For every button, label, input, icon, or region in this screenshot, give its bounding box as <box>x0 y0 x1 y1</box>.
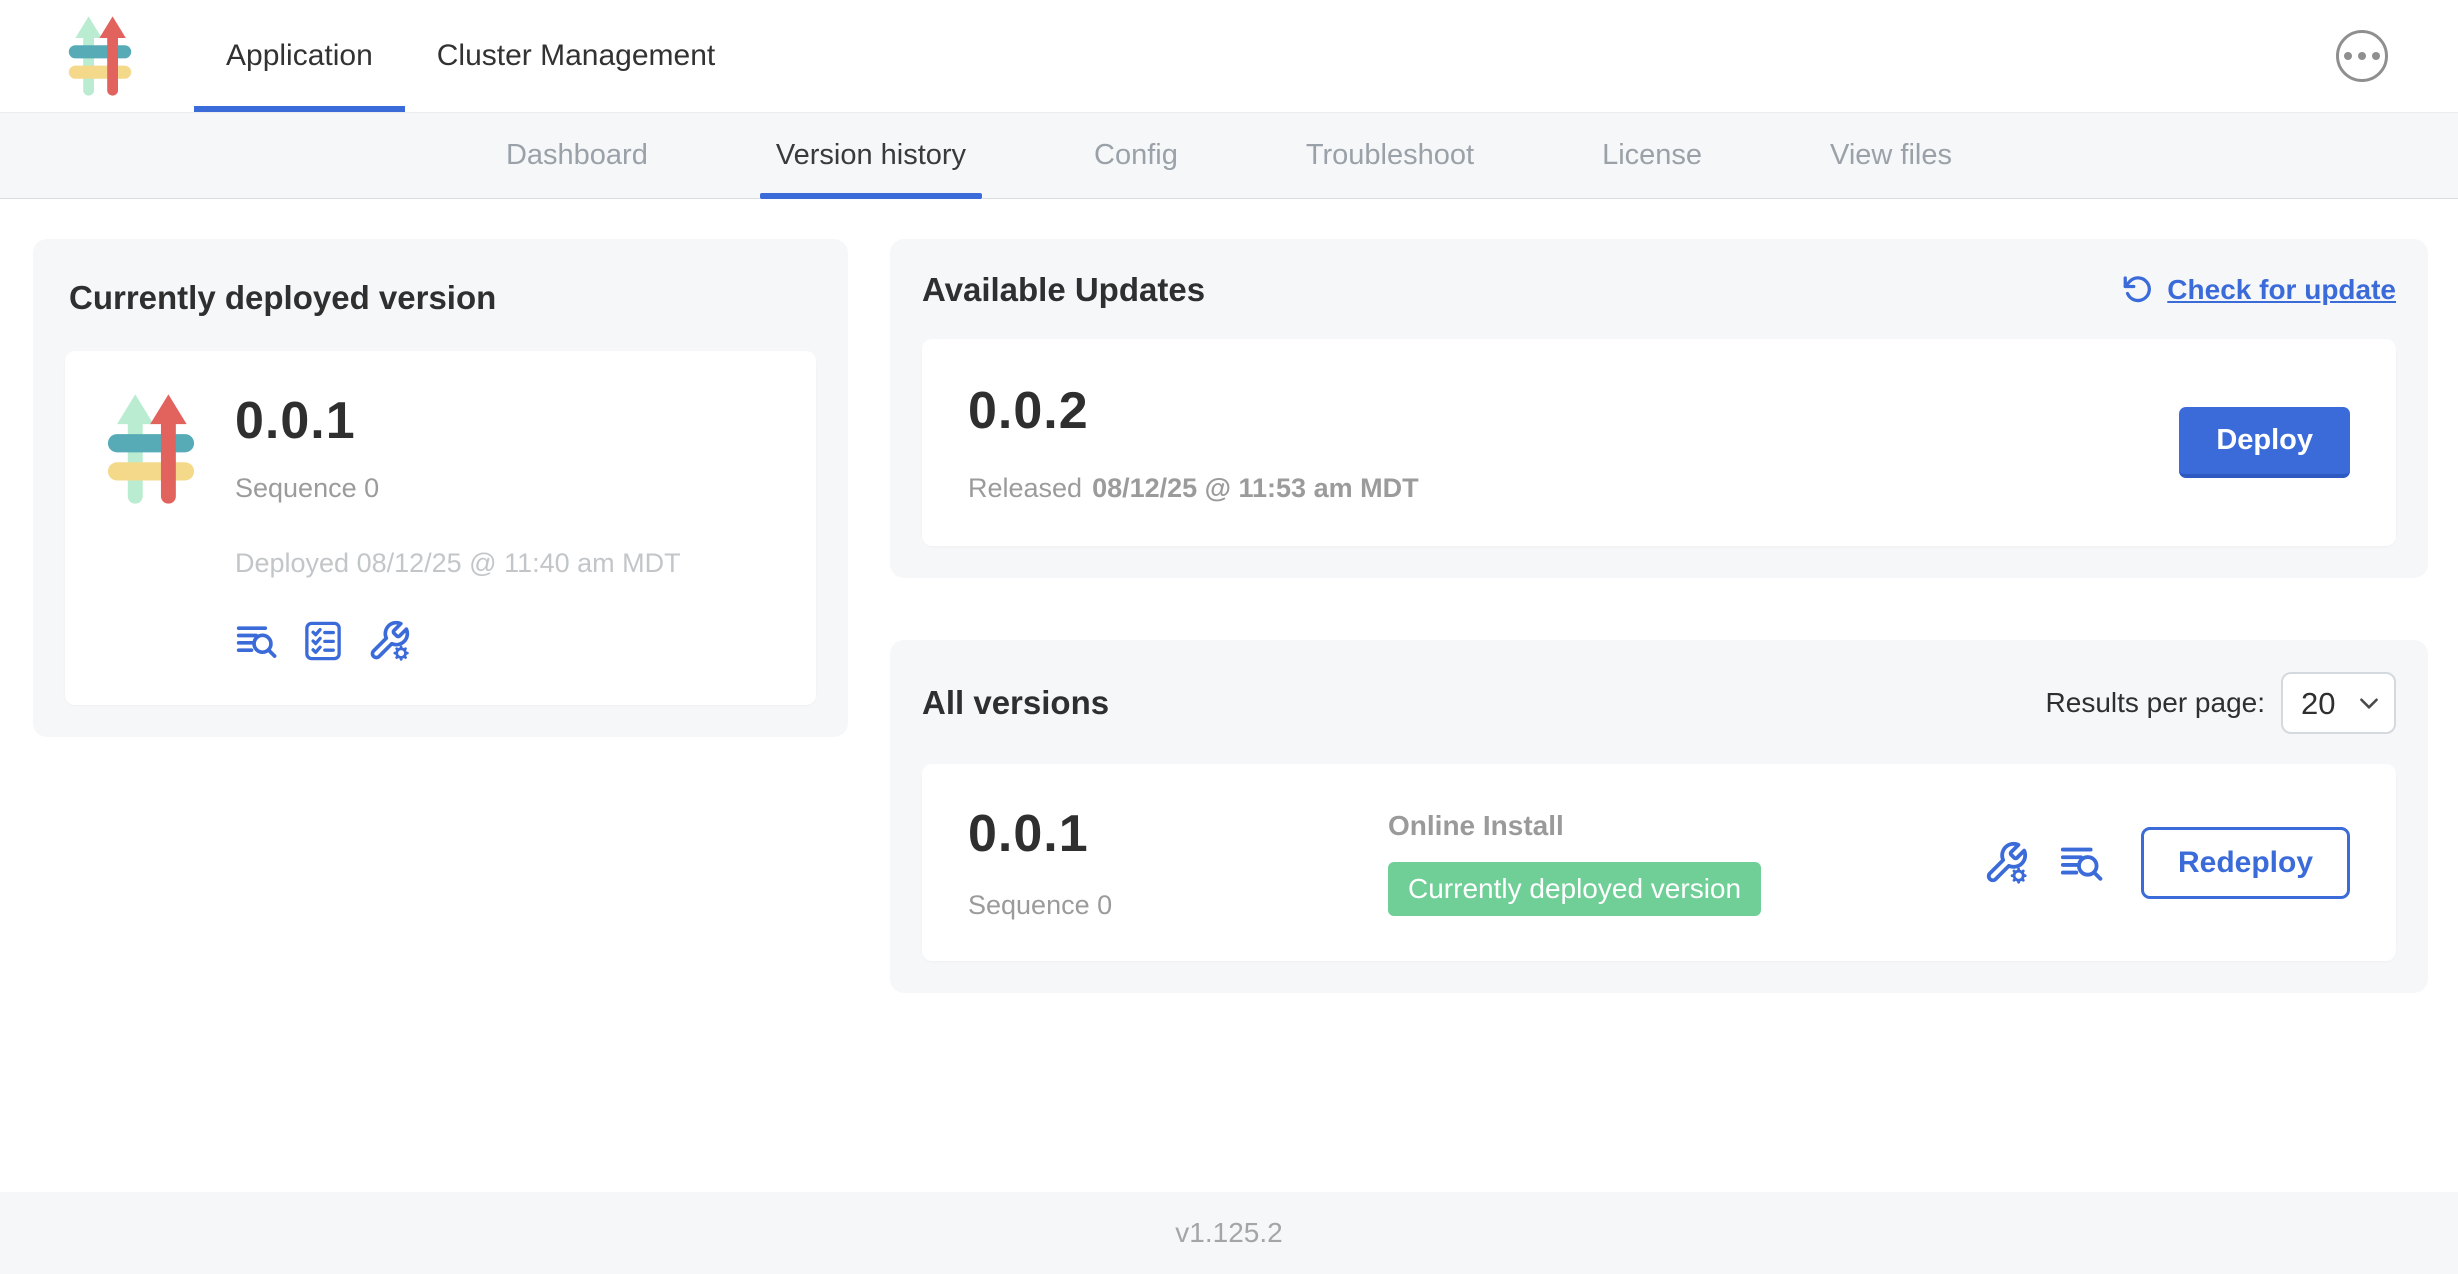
version-row: 0.0.1 Sequence 0 Online Install Currentl… <box>922 764 2396 961</box>
app-logo <box>0 0 194 112</box>
released-prefix: Released <box>968 473 1082 503</box>
deploy-button[interactable]: Deploy <box>2179 407 2350 478</box>
console-version-label: v1.125.2 <box>1175 1217 1282 1249</box>
results-per-page-select[interactable]: 20 <box>2281 672 2396 734</box>
top-navbar: Application Cluster Management <box>0 0 2458 113</box>
all-versions-card: All versions Results per page: 20 0 <box>890 640 2428 993</box>
currently-deployed-card: Currently deployed version 0.0.1 Sequenc… <box>33 239 848 737</box>
app-subnav: Dashboard Version history Config Trouble… <box>0 113 2458 199</box>
main-content: Currently deployed version 0.0.1 Sequenc… <box>0 199 2458 1192</box>
deployed-timestamp: Deployed 08/12/25 @ 11:40 am MDT <box>235 548 681 579</box>
app-logo-icon <box>64 13 136 99</box>
available-updates-title: Available Updates <box>922 271 1205 309</box>
overflow-menu-button[interactable] <box>2336 30 2388 82</box>
released-date: 08/12/25 @ 11:53 am MDT <box>1092 473 1419 503</box>
refresh-icon <box>2121 273 2155 307</box>
install-type-label: Online Install <box>1388 810 1983 842</box>
ellipsis-dot <box>2358 52 2366 60</box>
deployed-version-panel: 0.0.1 Sequence 0 Deployed 08/12/25 @ 11:… <box>65 351 816 705</box>
tab-license[interactable]: License <box>1586 113 1718 198</box>
config-icon[interactable] <box>367 619 411 663</box>
all-versions-title: All versions <box>922 684 1109 722</box>
update-row: 0.0.2 Released 08/12/25 @ 11:53 am MDT De… <box>922 339 2396 546</box>
deployed-version-label: 0.0.1 <box>235 391 681 451</box>
tab-config[interactable]: Config <box>1078 113 1194 198</box>
available-updates-card: Available Updates Check for update 0.0.2… <box>890 239 2428 578</box>
nav-tab-cluster-management[interactable]: Cluster Management <box>405 0 747 112</box>
redeploy-button[interactable]: Redeploy <box>2141 827 2350 899</box>
check-for-update-label: Check for update <box>2167 274 2396 306</box>
deploy-logs-icon[interactable] <box>2059 840 2105 886</box>
gear-icon <box>395 647 407 659</box>
nav-tab-application[interactable]: Application <box>194 0 405 112</box>
tab-troubleshoot[interactable]: Troubleshoot <box>1290 113 1490 198</box>
deployed-sequence-label: Sequence 0 <box>235 473 681 504</box>
app-logo-icon <box>101 391 201 507</box>
check-for-update-link[interactable]: Check for update <box>2121 273 2396 307</box>
results-per-page-label: Results per page: <box>2046 687 2265 719</box>
update-version-label: 0.0.2 <box>968 381 1419 441</box>
ellipsis-dot <box>2344 52 2352 60</box>
row-sequence-label: Sequence 0 <box>968 890 1388 921</box>
config-icon[interactable] <box>1983 840 2029 886</box>
preflight-checks-icon[interactable] <box>301 619 345 663</box>
tab-view-files[interactable]: View files <box>1814 113 1968 198</box>
tab-dashboard[interactable]: Dashboard <box>490 113 664 198</box>
currently-deployed-badge: Currently deployed version <box>1388 862 1761 916</box>
deploy-logs-icon[interactable] <box>235 619 279 663</box>
header-tabs: Application Cluster Management <box>194 0 747 112</box>
footer: v1.125.2 <box>0 1192 2458 1274</box>
tab-version-history[interactable]: Version history <box>760 113 982 198</box>
row-version-label: 0.0.1 <box>968 804 1388 864</box>
released-timestamp: Released 08/12/25 @ 11:53 am MDT <box>968 473 1419 504</box>
deployed-card-title: Currently deployed version <box>69 279 812 317</box>
ellipsis-dot <box>2372 52 2380 60</box>
gear-icon <box>2012 869 2025 882</box>
